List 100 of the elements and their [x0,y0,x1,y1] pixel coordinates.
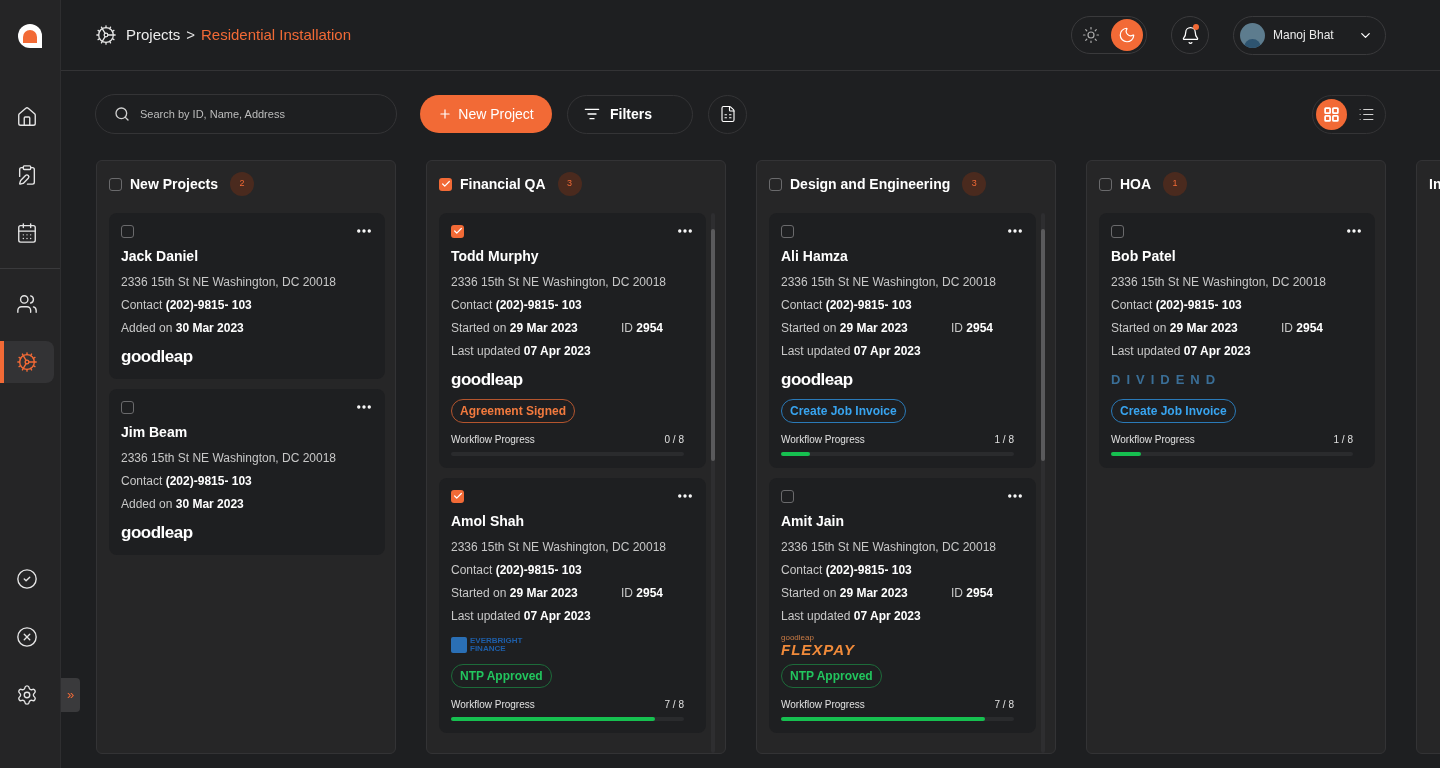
close-circle-icon [15,626,38,648]
breadcrumb-link[interactable]: Projects [126,23,181,47]
detail-text: Contact (202)-9815- 103 [1111,297,1242,314]
detail-text: Last updated 07 Apr 2023 [451,608,591,625]
count-badge: 3 [962,172,987,196]
progress-reading: 1 / 8 [994,433,1014,447]
detail-text: ID 2954 [951,320,994,337]
checkbox[interactable] [439,177,452,191]
users-icon [15,293,38,315]
grid-view-button[interactable] [1316,98,1347,130]
project-card[interactable]: Jim Beam 2336 15th St NE Washington, DC 20018 Contact (202)-9815- 103 Added on 30 Mar 2023 goodleap [109,389,385,555]
project-card[interactable]: Amit Jain 2336 15th St NE Washington, DC 20018 Contact (202)-9815- 103 Started on 29 Mar 2023 ID 2954 Last updated 07 Apr 2023 goodleap FLEXPAY NTP Approved Workflow Progress 7 / 8 [769,478,1036,733]
address: 2336 15th St NE Washington, DC 20018 [1111,274,1328,291]
checkbox[interactable] [451,489,464,503]
detail-text: Contact (202)-9815- 103 [121,297,252,314]
check-circle-icon [15,568,38,590]
customer-name: Jim Beam [121,423,189,442]
progress-label: Workflow Progress [1111,433,1195,447]
bell-icon [1180,25,1200,45]
lender-logo: EVERBRIGHT FINANCE [451,637,523,653]
gear-icon [15,351,38,373]
lender-logo: goodleap FLEXPAY [781,633,855,657]
progress-reading: 1 / 8 [1333,433,1353,447]
progress-reading: 7 / 8 [994,698,1014,712]
project-card[interactable]: Jack Daniel 2336 15th St NE Washington, DC 20018 Contact (202)-9815- 103 Added on 30 Mar 2023 goodleap [109,213,385,379]
detail-text: Contact (202)-9815- 103 [451,562,582,579]
progress-label: Workflow Progress [781,698,865,712]
detail-text: Contact (202)-9815- 103 [781,297,912,314]
detail-text: Started on 29 Mar 2023 [1111,320,1239,337]
scrollbar[interactable] [1041,213,1045,753]
checkbox[interactable] [451,224,464,238]
checkbox[interactable] [1099,177,1112,191]
detail-text: ID 2954 [621,585,664,602]
project-card[interactable]: Ali Hamza 2336 15th St NE Washington, DC 20018 Contact (202)-9815- 103 Started on 29 Mar 2023 ID 2954 Last updated 07 Apr 2023 goodleap Create Job Invoice Workflow Progress 1 / 8 [769,213,1036,468]
detail-text: Last updated 07 Apr 2023 [1111,343,1251,360]
customer-name: Amol Shah [451,512,526,531]
progress-reading: 0 / 8 [664,433,684,447]
address: 2336 15th St NE Washington, DC 20018 [781,539,998,556]
moon-icon [1118,26,1136,44]
customer-name: Jack Daniel [121,247,200,266]
checkbox[interactable] [769,177,782,191]
checkbox[interactable] [781,224,794,238]
filter-icon [584,106,600,122]
search-input[interactable]: Search by ID, Name, Address [140,105,370,123]
detail-text: Last updated 07 Apr 2023 [781,608,921,625]
lender-logo: goodleap [451,369,523,392]
detail-text: Started on 29 Mar 2023 [451,320,579,337]
settings-icon [15,684,38,706]
gear-icon [95,24,117,46]
detail-text: Started on 29 Mar 2023 [781,585,909,602]
project-card[interactable]: Bob Patel 2336 15th St NE Washington, DC 20018 Contact (202)-9815- 103 Started on 29 Mar 2023 ID 2954 Last updated 07 Apr 2023 DIVIDEND Create Job Invoice Workflow Progress 1 / 8 [1099,213,1375,468]
scrollbar[interactable] [711,213,715,753]
address: 2336 15th St NE Washington, DC 20018 [121,450,338,467]
address: 2336 15th St NE Washington, DC 20018 [781,274,998,291]
dark-mode-button[interactable] [1111,19,1143,51]
address: 2336 15th St NE Washington, DC 20018 [121,274,338,291]
search-icon [114,106,130,122]
breadcrumb-separator: > [186,24,195,45]
detail-text: Added on 30 Mar 2023 [121,496,244,513]
count-badge: 3 [557,172,582,196]
progress-label: Workflow Progress [781,433,865,447]
checkbox[interactable] [1111,224,1124,238]
column-title: In [1429,174,1440,194]
detail-text: Contact (202)-9815- 103 [121,473,252,490]
app-logo[interactable] [18,24,42,48]
detail-text: Contact (202)-9815- 103 [781,562,912,579]
project-card[interactable]: Todd Murphy 2336 15th St NE Washington, DC 20018 Contact (202)-9815- 103 Started on 29 Mar 2023 ID 2954 Last updated 07 Apr 2023 goodleap Agreement Signed Workflow Progress 0 / 8 [439,213,706,468]
progress-label: Workflow Progress [451,698,535,712]
detail-text: ID 2954 [951,585,994,602]
column-title: Design and Engineering [790,174,951,194]
detail-text: ID 2954 [1281,320,1324,337]
address: 2336 15th St NE Washington, DC 20018 [451,539,668,556]
progress-label: Workflow Progress [451,433,535,447]
spreadsheet-icon [718,105,737,123]
expand-button[interactable]: » [61,678,80,712]
project-card[interactable]: Amol Shah 2336 15th St NE Washington, DC 20018 Contact (202)-9815- 103 Started on 29 Mar 2023 ID 2954 Last updated 07 Apr 2023 EVERBRIGHT FINANCE NTP Approved Workflow Progress 7 / 8 [439,478,706,733]
lender-logo: goodleap [781,369,853,392]
avatar [1240,22,1265,48]
customer-name: Bob Patel [1111,247,1177,266]
lender-logo: DIVIDEND [1111,371,1222,390]
checkbox[interactable] [121,224,134,238]
customer-name: Todd Murphy [451,247,540,266]
checkbox[interactable] [781,489,794,503]
checkbox[interactable] [109,177,122,191]
address: 2336 15th St NE Washington, DC 20018 [451,274,668,291]
detail-text: Contact (202)-9815- 103 [451,297,582,314]
lender-logo: goodleap [121,522,193,545]
customer-name: Ali Hamza [781,247,849,266]
customer-name: Amit Jain [781,512,845,531]
plus-icon [438,107,453,121]
sun-icon [1082,26,1100,44]
grid-icon [1323,105,1340,123]
column-title: Financial QA [460,174,546,194]
detail-text: Started on 29 Mar 2023 [781,320,909,337]
column-title: HOA [1120,174,1152,194]
home-icon [15,106,38,128]
checkbox[interactable] [121,400,134,414]
detail-text: ID 2954 [621,320,664,337]
detail-text: Last updated 07 Apr 2023 [781,343,921,360]
column-title: New Projects [130,174,218,194]
